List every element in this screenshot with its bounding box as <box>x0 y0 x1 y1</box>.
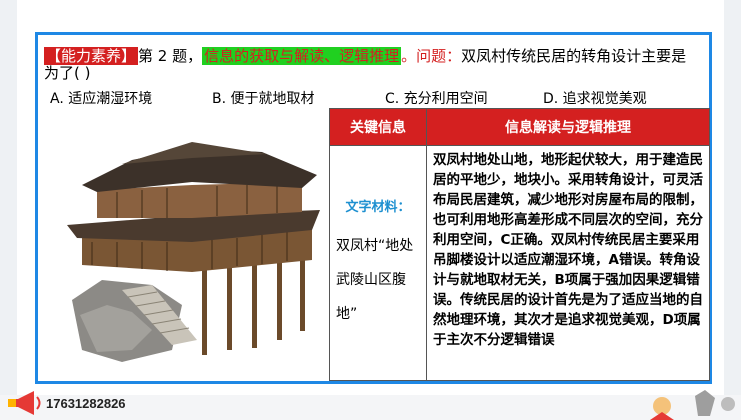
question-label: 。问题： <box>401 47 462 65</box>
material-label: 文字材料： <box>345 199 411 215</box>
option-b[interactable]: B. 便于就地取材 <box>212 88 315 108</box>
question-line: 【能力素养】第 2 题， 信息的获取与解读、逻辑推理 。问题：双凤村传统民居的转角设… <box>44 47 700 82</box>
building-image <box>67 142 320 362</box>
option-a[interactable]: A. 适应潮湿环境 <box>50 88 152 108</box>
option-d[interactable]: D. 追求视觉美观 <box>543 88 647 108</box>
question-tag: 【能力素养】 <box>44 47 139 65</box>
info-table: 关键信息 信息解读与逻辑推理 文字材料： 双凤村“地处武陵山区腹地” 双凤村地处… <box>329 108 710 381</box>
screen: 【能力素养】第 2 题， 信息的获取与解读、逻辑推理 。问题：双凤村传统民居的转角设… <box>0 0 741 420</box>
phone-number: 17631282826 <box>46 396 126 411</box>
right-margin <box>724 0 741 400</box>
material-quote: 双凤村“地处武陵山区腹地” <box>336 237 414 322</box>
header-analysis: 信息解读与逻辑推理 <box>426 108 710 146</box>
analysis-cell: 双凤村地处山地，地形起伏较大，用于建造民居的平地少，地块小。采用转角设计，可灵活… <box>426 145 710 381</box>
decoration-figure <box>650 390 735 420</box>
megaphone-icon <box>8 391 41 415</box>
option-c[interactable]: C. 充分利用空间 <box>385 88 488 108</box>
left-margin <box>0 0 17 400</box>
question-skill: 信息的获取与解读、逻辑推理 <box>202 47 402 65</box>
question-number: 第 2 题， <box>138 47 203 65</box>
header-key-info: 关键信息 <box>329 108 427 146</box>
key-info-cell: 文字材料： 双凤村“地处武陵山区腹地” <box>329 145 427 381</box>
